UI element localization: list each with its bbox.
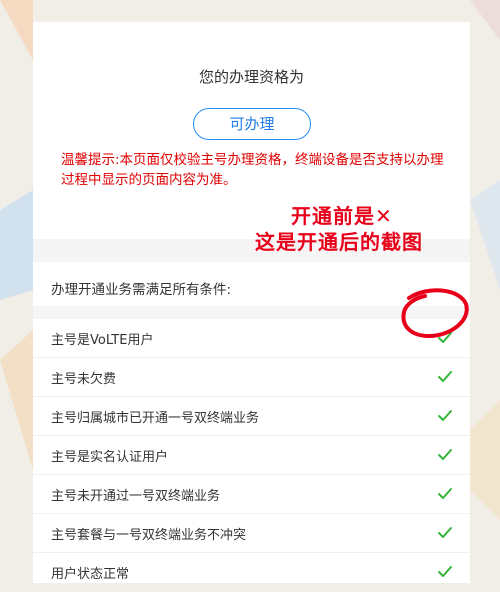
check-icon xyxy=(438,371,452,382)
requirement-row: 主号套餐与一号双终端业务不冲突 xyxy=(33,514,470,553)
requirement-row: 用户状态正常 xyxy=(33,553,470,592)
annotation-line-2: 这是开通后的截图 xyxy=(255,230,423,254)
warning-tip: 温馨提示:本页面仅校验主号办理资格，终端设备是否支持以办理过程中显示的页面内容为… xyxy=(61,152,444,188)
requirements-header: 办理开通业务需满足所有条件: xyxy=(51,282,232,298)
status-button[interactable]: 可办理 xyxy=(193,108,311,140)
requirement-label: 主号套餐与一号双终端业务不冲突 xyxy=(51,527,247,543)
check-icon xyxy=(438,566,452,577)
annotation-line-1: 开通前是✕ xyxy=(291,204,393,228)
check-icon xyxy=(438,449,452,460)
check-icon xyxy=(438,488,452,499)
requirement-label: 主号未欠费 xyxy=(51,371,117,387)
requirement-row: 主号是实名认证用户 xyxy=(33,436,470,475)
check-icon xyxy=(438,410,452,421)
annotation-circle xyxy=(401,288,469,339)
requirement-row: 主号归属城市已开通一号双终端业务 xyxy=(33,397,470,436)
requirement-row: 主号未欠费 xyxy=(33,358,470,397)
requirement-label: 主号未开通过一号双终端业务 xyxy=(51,488,221,504)
requirement-label: 用户状态正常 xyxy=(51,566,130,582)
qualification-title: 您的办理资格为 xyxy=(198,68,304,86)
requirement-label: 主号是实名认证用户 xyxy=(51,449,169,465)
requirements-list: 主号是VoLTE用户 主号未欠费主号归属城市已开通一号双终端业务 主号是实名认证用户… xyxy=(33,319,470,592)
requirement-label: 主号是VoLTE用户 xyxy=(51,332,154,348)
check-icon xyxy=(438,527,452,538)
requirement-label: 主号归属城市已开通一号双终端业务 xyxy=(51,410,260,426)
qualification-section: 您的办理资格为 可办理 温馨提示:本页面仅校验主号办理资格，终端设备是否支持以办… xyxy=(33,22,470,239)
requirement-row: 主号未开通过一号双终端业务 xyxy=(33,475,470,514)
